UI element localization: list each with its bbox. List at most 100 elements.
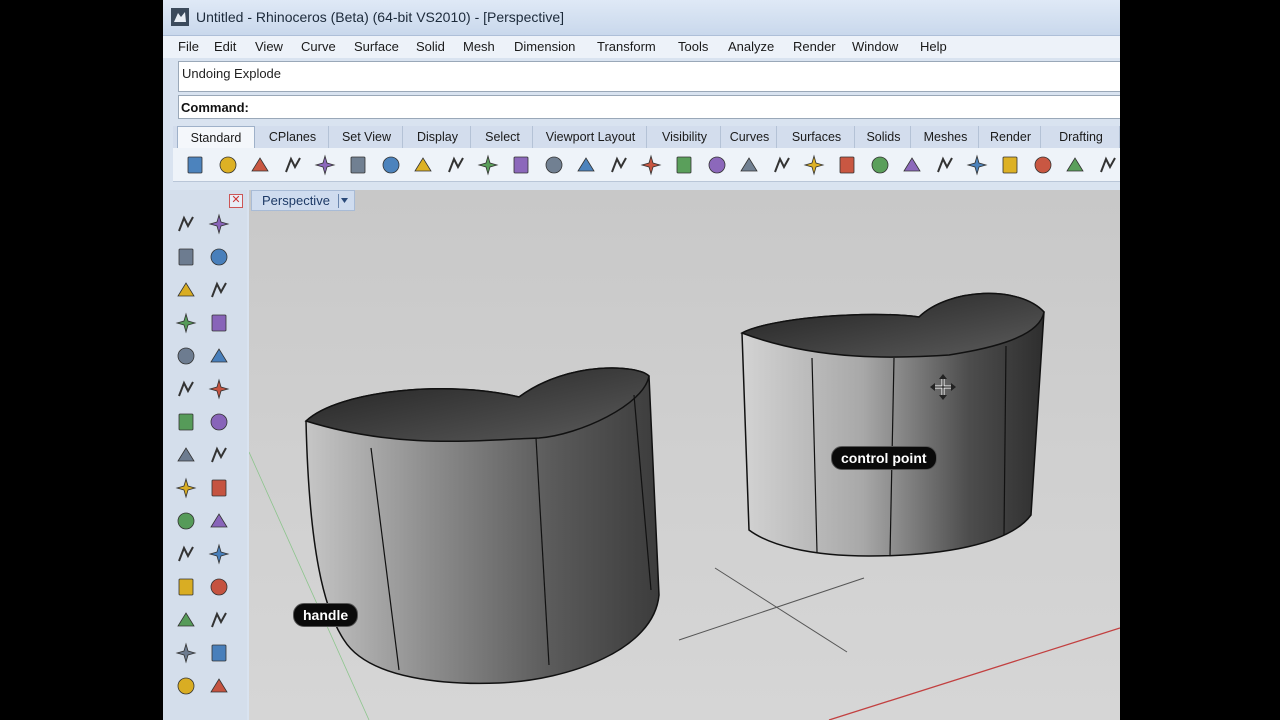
menu-edit[interactable]: Edit <box>214 39 236 54</box>
rotate-view-button[interactable] <box>672 153 696 177</box>
right-extruded-surface[interactable] <box>740 292 1045 557</box>
rhino-app-icon[interactable] <box>171 8 189 26</box>
ellipse-tool-button[interactable] <box>207 278 233 304</box>
move-view-button[interactable] <box>509 153 533 177</box>
split-icon[interactable] <box>207 509 231 533</box>
text-tool-button[interactable] <box>174 608 200 634</box>
explode-icon[interactable] <box>207 476 231 500</box>
group-tool-button[interactable] <box>174 542 200 568</box>
command-line[interactable]: Command: <box>178 95 1120 119</box>
scale-icon[interactable] <box>207 608 231 632</box>
rectangle-icon[interactable] <box>207 311 231 335</box>
tab-display[interactable]: Display <box>405 126 471 148</box>
fillet-curve-icon[interactable] <box>207 344 231 368</box>
curve-tool-button[interactable] <box>207 245 233 271</box>
blue-sphere-icon[interactable] <box>1063 153 1087 177</box>
menu-file[interactable]: File <box>178 39 199 54</box>
ellipse-icon[interactable] <box>207 278 231 302</box>
copy-button[interactable] <box>379 153 403 177</box>
box-tool-button[interactable] <box>174 410 200 436</box>
tab-select[interactable]: Select <box>473 126 533 148</box>
viewport-menu-arrow-icon[interactable] <box>338 194 350 208</box>
layer-icon[interactable] <box>933 153 957 177</box>
menu-help[interactable]: Help <box>920 39 947 54</box>
bulb-button[interactable] <box>868 153 892 177</box>
rotate-view-icon[interactable] <box>672 153 696 177</box>
tab-standard[interactable]: Standard <box>177 126 255 148</box>
car-button[interactable] <box>737 153 761 177</box>
tab-set-view[interactable]: Set View <box>331 126 403 148</box>
zoom-selected-icon[interactable] <box>639 153 663 177</box>
arc-icon[interactable] <box>174 344 198 368</box>
print-icon[interactable] <box>281 153 305 177</box>
move-view-icon[interactable] <box>509 153 533 177</box>
save-icon[interactable] <box>248 153 272 177</box>
edit-tool-button[interactable] <box>207 641 233 667</box>
rectangle-tool-button[interactable] <box>207 311 233 337</box>
color-wheel-button[interactable] <box>965 153 989 177</box>
cut-icon[interactable] <box>346 153 370 177</box>
open-folder-icon[interactable] <box>216 153 240 177</box>
menu-analyze[interactable]: Analyze <box>728 39 774 54</box>
zoom-selected-button[interactable] <box>639 153 663 177</box>
tab-curves[interactable]: Curves <box>723 126 777 148</box>
left-extruded-surface[interactable] <box>304 367 660 685</box>
tab-surfaces[interactable]: Surfaces <box>779 126 855 148</box>
show-button[interactable] <box>802 153 826 177</box>
menu-render[interactable]: Render <box>793 39 836 54</box>
blend-icon[interactable] <box>174 575 198 599</box>
zoom-extents-icon[interactable] <box>607 153 631 177</box>
grid-icon[interactable] <box>174 641 198 665</box>
point-tool-button[interactable] <box>207 212 233 238</box>
lights-button[interactable] <box>835 153 859 177</box>
material-sphere-icon[interactable] <box>1031 153 1055 177</box>
lock-button[interactable] <box>900 153 924 177</box>
tab-solids[interactable]: Solids <box>857 126 911 148</box>
four-viewports-icon[interactable] <box>705 153 729 177</box>
block-tool-button[interactable] <box>207 542 233 568</box>
polygon-icon[interactable] <box>174 311 198 335</box>
open-folder-button[interactable] <box>216 153 240 177</box>
trim-icon[interactable] <box>174 509 198 533</box>
cylinder-icon[interactable] <box>174 443 198 467</box>
perspective-viewport[interactable]: Perspective handle control point <box>249 190 1120 720</box>
menu-window[interactable]: Window <box>852 39 898 54</box>
tab-visibility[interactable]: Visibility <box>649 126 721 148</box>
tab-viewport-layout[interactable]: Viewport Layout <box>535 126 647 148</box>
import-icon[interactable] <box>313 153 337 177</box>
menu-tools[interactable]: Tools <box>678 39 708 54</box>
color-wheel-icon[interactable] <box>965 153 989 177</box>
zoom-button[interactable] <box>542 153 566 177</box>
viewport-title-tab[interactable]: Perspective <box>251 190 355 211</box>
new-file-button[interactable] <box>183 153 207 177</box>
tab-cplanes[interactable]: CPlanes <box>257 126 329 148</box>
menu-view[interactable]: View <box>255 39 283 54</box>
point-icon[interactable] <box>207 212 231 236</box>
boolean-tool-button[interactable] <box>174 476 200 502</box>
dimension-icon[interactable] <box>207 674 231 698</box>
rotate-tool-button[interactable] <box>207 575 233 601</box>
solid-box-icon[interactable] <box>174 674 198 698</box>
blend-tool-button[interactable] <box>174 575 200 601</box>
render-sphere-button[interactable] <box>998 153 1022 177</box>
lights-icon[interactable] <box>835 153 859 177</box>
split-tool-button[interactable] <box>207 509 233 535</box>
polyline-icon[interactable] <box>174 245 198 269</box>
bulb-icon[interactable] <box>868 153 892 177</box>
four-viewports-button[interactable] <box>705 153 729 177</box>
menu-mesh[interactable]: Mesh <box>463 39 495 54</box>
fillet-curve-tool-button[interactable] <box>207 344 233 370</box>
sphere-icon[interactable] <box>207 410 231 434</box>
hide-icon[interactable] <box>770 153 794 177</box>
save-button[interactable] <box>248 153 272 177</box>
close-icon[interactable]: ✕ <box>229 194 243 208</box>
settings-button[interactable] <box>1096 153 1120 177</box>
pan-hand-button[interactable] <box>476 153 500 177</box>
settings-icon[interactable] <box>1096 153 1120 177</box>
surface-tool-button[interactable] <box>174 377 200 403</box>
box-icon[interactable] <box>174 410 198 434</box>
boolean-icon[interactable] <box>174 476 198 500</box>
explode-tool-button[interactable] <box>207 476 233 502</box>
new-file-icon[interactable] <box>183 153 207 177</box>
menu-solid[interactable]: Solid <box>416 39 445 54</box>
